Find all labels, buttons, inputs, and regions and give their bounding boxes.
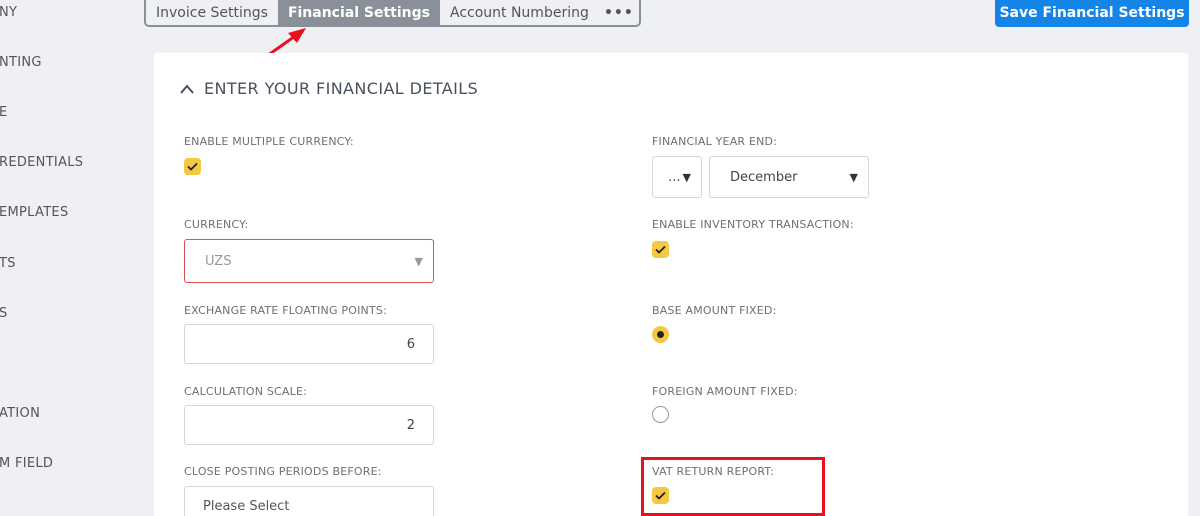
financial-year-end-month-select[interactable]: December ▼ — [709, 156, 869, 198]
day-value: ... — [668, 169, 681, 185]
settings-sidebar: NY NTING E REDENTIALS EMPLATES TS S ATIO… — [0, 0, 140, 516]
base-amount-fixed-radio[interactable] — [652, 326, 669, 343]
base-amount-fixed-label: BASE AMOUNT FIXED: — [652, 304, 777, 317]
check-icon — [655, 245, 666, 254]
currency-value: UZS — [205, 253, 232, 269]
chevron-up-icon — [180, 83, 194, 94]
foreign-amount-fixed-label: FOREIGN AMOUNT FIXED: — [652, 385, 798, 398]
enable-multiple-currency-label: ENABLE MULTIPLE CURRENCY: — [184, 135, 354, 148]
sidebar-item-ts[interactable]: TS — [0, 256, 16, 271]
close-posting-periods-select[interactable]: Please Select — [184, 486, 434, 516]
sidebar-item-credentials[interactable]: REDENTIALS — [0, 155, 83, 170]
tab-account-numbering[interactable]: Account Numbering — [440, 0, 599, 25]
sidebar-item-e[interactable]: E — [0, 105, 8, 120]
calculation-scale-input[interactable]: 2 — [184, 405, 434, 445]
exchange-rate-floating-points-label: EXCHANGE RATE FLOATING POINTS: — [184, 304, 387, 317]
sidebar-item-templates[interactable]: EMPLATES — [0, 205, 69, 220]
section-header[interactable]: ENTER YOUR FINANCIAL DETAILS — [180, 79, 478, 98]
annotation-highlight-box — [641, 457, 825, 516]
save-financial-settings-button[interactable]: Save Financial Settings — [995, 0, 1189, 27]
close-posting-periods-label: CLOSE POSTING PERIODS BEFORE: — [184, 465, 382, 478]
foreign-amount-fixed-radio[interactable] — [652, 406, 669, 423]
sidebar-item-s[interactable]: S — [0, 306, 8, 321]
financial-details-panel: ENTER YOUR FINANCIAL DETAILS ENABLE MULT… — [154, 53, 1188, 516]
enable-inventory-transaction-label: ENABLE INVENTORY TRANSACTION: — [652, 218, 854, 231]
check-icon — [187, 162, 198, 171]
financial-year-end-label: FINANCIAL YEAR END: — [652, 135, 778, 148]
tab-more-icon[interactable]: ••• — [599, 0, 639, 25]
chevron-down-icon: ▼ — [849, 170, 858, 184]
sidebar-item-company[interactable]: NY — [0, 5, 17, 20]
chevron-down-icon: ▼ — [414, 254, 423, 268]
enable-multiple-currency-checkbox[interactable] — [184, 158, 201, 175]
exchange-rate-floating-points-input[interactable]: 6 — [184, 324, 434, 364]
financial-year-end-day-select[interactable]: ... ▼ — [652, 156, 702, 198]
settings-tabs: Invoice Settings Financial Settings Acco… — [144, 0, 641, 27]
enable-inventory-transaction-checkbox[interactable] — [652, 241, 669, 258]
currency-label: CURRENCY: — [184, 218, 249, 231]
section-title: ENTER YOUR FINANCIAL DETAILS — [204, 79, 479, 98]
sidebar-item-ation[interactable]: ATION — [0, 406, 40, 421]
month-value: December — [730, 169, 798, 185]
currency-select[interactable]: UZS ▼ — [184, 239, 434, 283]
chevron-down-icon: ▼ — [682, 170, 691, 184]
calculation-scale-label: CALCULATION SCALE: — [184, 385, 308, 398]
sidebar-item-custom-field[interactable]: M FIELD — [0, 456, 53, 471]
sidebar-item-accounting[interactable]: NTING — [0, 55, 42, 70]
